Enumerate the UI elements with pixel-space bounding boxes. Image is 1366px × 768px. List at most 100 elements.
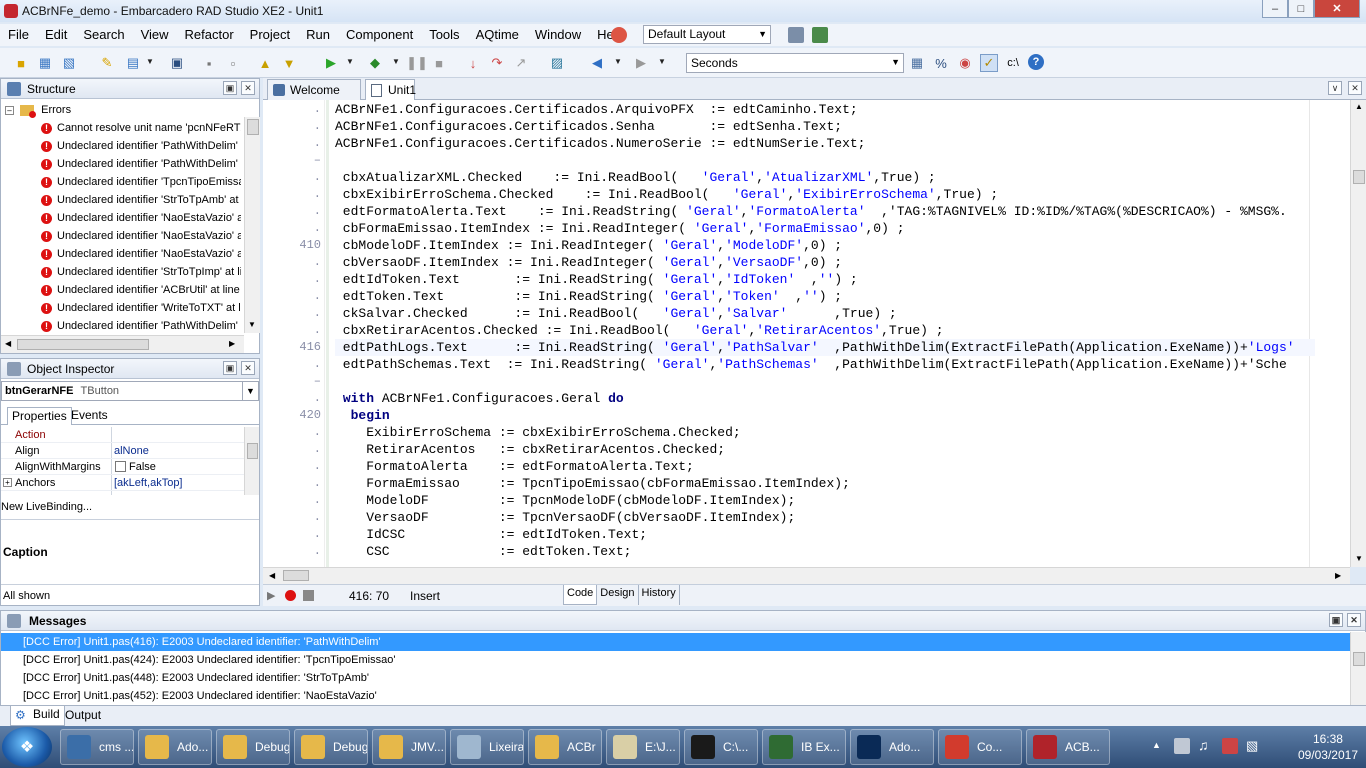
code-line[interactable]: RetirarAcentos := cbxRetirarAcentos.Chec… <box>335 441 725 458</box>
structure-error-item[interactable]: ! Undeclared identifier 'NaoEstaVazio' at <box>41 245 241 263</box>
view-forms-icon[interactable]: ▫ <box>224 54 242 72</box>
scroll-right-arrow-icon[interactable]: ▶ <box>1335 571 1341 580</box>
scroll-right-arrow-icon[interactable]: ▶ <box>229 339 235 348</box>
tab-welcome-page[interactable]: Welcome Page <box>267 79 361 117</box>
forward-dropdown-icon[interactable]: ▼ <box>658 57 666 66</box>
menu-edit[interactable]: Edit <box>37 24 75 46</box>
power-icon[interactable] <box>1222 738 1238 754</box>
step-over-icon[interactable]: ↷ <box>488 54 506 72</box>
message-row[interactable]: [DCC Error] Unit1.pas(424): E2003 Undecl… <box>1 651 1351 669</box>
trace-into-icon[interactable]: ↓ <box>464 54 482 72</box>
structure-error-item[interactable]: ! Undeclared identifier 'NaoEstaVazio' at <box>41 209 241 227</box>
message-row[interactable]: [DCC Error] Unit1.pas(452): E2003 Undecl… <box>1 687 1351 705</box>
taskbar-item[interactable]: JMV... <box>372 729 446 765</box>
menu-view[interactable]: View <box>133 24 177 46</box>
property-row[interactable]: AlignWithMargins False <box>1 459 246 475</box>
checkbox[interactable] <box>115 461 126 472</box>
inspector-vscroll[interactable] <box>244 427 259 495</box>
open-project-icon[interactable]: ▦ <box>36 54 54 72</box>
structure-vscroll[interactable]: ▲ ▼ <box>244 117 260 333</box>
taskbar-item[interactable]: cms ... <box>60 729 134 765</box>
macro-stop-icon[interactable] <box>303 590 314 601</box>
property-value[interactable]: False <box>129 459 156 475</box>
signal-icon[interactable]: ▧ <box>1246 738 1258 754</box>
forward-icon[interactable]: ▶ <box>632 54 650 72</box>
code-line[interactable]: ModeloDF := TpcnModeloDF(cbModeloDF.Item… <box>335 492 795 509</box>
taskbar-item[interactable]: Ado... <box>850 729 934 765</box>
show-hidden-icons[interactable]: ▲ <box>1152 740 1161 750</box>
scroll-thumb[interactable] <box>247 443 258 459</box>
code-line[interactable]: edtFormatoAlerta.Text := Ini.ReadString(… <box>335 203 1287 220</box>
menu-project[interactable]: Project <box>242 24 298 46</box>
tab-properties[interactable]: Properties <box>7 407 72 425</box>
scroll-thumb[interactable] <box>1353 170 1365 184</box>
network-icon[interactable] <box>1174 738 1190 754</box>
tab-events[interactable]: Events <box>67 407 112 425</box>
structure-error-item[interactable]: ! Undeclared identifier 'TpcnTipoEmissao <box>41 173 241 191</box>
property-row[interactable]: + Anchors [akLeft,akTop] <box>1 475 246 491</box>
code-line[interactable]: ACBrNFe1.Configuracoes.Certificados.Senh… <box>335 118 842 135</box>
structure-error-item[interactable]: ! Undeclared identifier 'StrToTpImp' at l… <box>41 263 241 281</box>
menu-file[interactable]: File <box>0 24 37 46</box>
scroll-down-arrow-icon[interactable]: ▼ <box>1355 554 1363 563</box>
menu-tools[interactable]: Tools <box>421 24 467 46</box>
code-line[interactable]: ExibirErroSchema := cbxExibirErroSchema.… <box>335 424 740 441</box>
run-dropdown-icon[interactable]: ▼ <box>346 57 354 66</box>
tab-history[interactable]: History <box>639 585 680 605</box>
menu-search[interactable]: Search <box>75 24 132 46</box>
code-line[interactable]: edtIdToken.Text := Ini.ReadString( 'Gera… <box>335 271 858 288</box>
timing-select[interactable]: Seconds ▼ <box>686 53 904 73</box>
profile-percent-icon[interactable]: % <box>932 54 950 72</box>
taskbar-item[interactable]: ACB... <box>1026 729 1110 765</box>
new-items-icon[interactable]: ■ <box>12 54 30 72</box>
scroll-thumb[interactable] <box>283 570 309 581</box>
taskbar-item[interactable]: C:\... <box>684 729 758 765</box>
layout-help-icon[interactable] <box>611 27 627 43</box>
open-icon[interactable]: ▤ <box>124 54 142 72</box>
errors-node[interactable]: – Errors <box>5 101 245 119</box>
save-layout-icon[interactable] <box>788 27 804 43</box>
remove-file-icon[interactable]: ▼ <box>280 54 298 72</box>
taskbar-item[interactable]: E:\J... <box>606 729 680 765</box>
structure-hscroll[interactable]: ◀ ▶ <box>1 335 244 353</box>
start-button[interactable]: ❖ <box>2 727 52 767</box>
macro-play-icon[interactable]: ▶ <box>267 589 275 602</box>
new-livebinding-link[interactable]: New LiveBinding... <box>1 501 92 513</box>
tab-output[interactable]: Output <box>62 707 104 723</box>
structure-error-item[interactable]: ! Undeclared identifier 'WriteToTXT' at l… <box>41 299 241 317</box>
editor-hscroll[interactable]: ◀ ▶ <box>263 567 1350 584</box>
run-without-debug-icon[interactable]: ◆ <box>366 54 384 72</box>
structure-error-item[interactable]: ! Undeclared identifier 'PathWithDelim' a <box>41 317 241 335</box>
pause-icon[interactable]: ❚❚ <box>406 54 428 72</box>
code-line[interactable]: edtToken.Text := Ini.ReadString( 'Geral'… <box>335 288 842 305</box>
structure-error-item[interactable]: ! Cannot resolve unit name 'pcnNFeRTX <box>41 119 241 137</box>
collapse-icon[interactable]: – <box>5 105 14 115</box>
code-line[interactable]: cbxExibirErroSchema.Checked := Ini.ReadB… <box>335 186 998 203</box>
expand-icon[interactable]: + <box>3 478 12 487</box>
message-row[interactable]: [DCC Error] Unit1.pas(448): E2003 Undecl… <box>1 669 1351 687</box>
menu-run[interactable]: Run <box>298 24 338 46</box>
profile-chart-icon[interactable]: ◉ <box>956 54 974 72</box>
profile-table-icon[interactable]: ▦ <box>908 54 926 72</box>
code-line[interactable]: cbVersaoDF.ItemIndex := Ini.ReadInteger(… <box>335 254 842 271</box>
taskbar-item[interactable]: Ado... <box>138 729 212 765</box>
code-line[interactable]: ACBrNFe1.Configuracoes.Certificados.Nume… <box>335 135 866 152</box>
code-line[interactable]: cbxRetirarAcentos.Checked := Ini.ReadBoo… <box>335 322 944 339</box>
code-editor[interactable]: ... –.... 410..... 416. –. 420........ ACBrNF… <box>263 100 1350 567</box>
code-line[interactable]: VersaoDF := TpcnVersaoDF(cbVersaoDF.Item… <box>335 509 795 526</box>
structure-error-item[interactable]: ! Undeclared identifier 'StrToTpAmb' at l… <box>41 191 241 209</box>
close-icon[interactable]: ✕ <box>241 361 255 375</box>
scroll-thumb[interactable] <box>247 119 259 135</box>
open-dropdown-icon[interactable]: ▼ <box>146 57 154 66</box>
new-form-icon[interactable]: ✎ <box>98 54 116 72</box>
run-icon[interactable]: ▶ <box>322 54 340 72</box>
code-line[interactable]: edtPathSchemas.Text := Ini.ReadString( '… <box>335 356 1287 373</box>
scroll-thumb[interactable] <box>1353 652 1365 666</box>
help-icon[interactable]: ? <box>1028 54 1044 70</box>
code-line[interactable]: ckSalvar.Checked := Ini.ReadBool( 'Geral… <box>335 305 897 322</box>
tab-design[interactable]: Design <box>597 585 639 605</box>
close-icon[interactable]: ✕ <box>1347 613 1361 627</box>
chevron-down-icon[interactable]: ▼ <box>242 382 258 400</box>
run-without-debug-dropdown-icon[interactable]: ▼ <box>392 57 400 66</box>
taskbar-item[interactable]: Debug <box>294 729 368 765</box>
